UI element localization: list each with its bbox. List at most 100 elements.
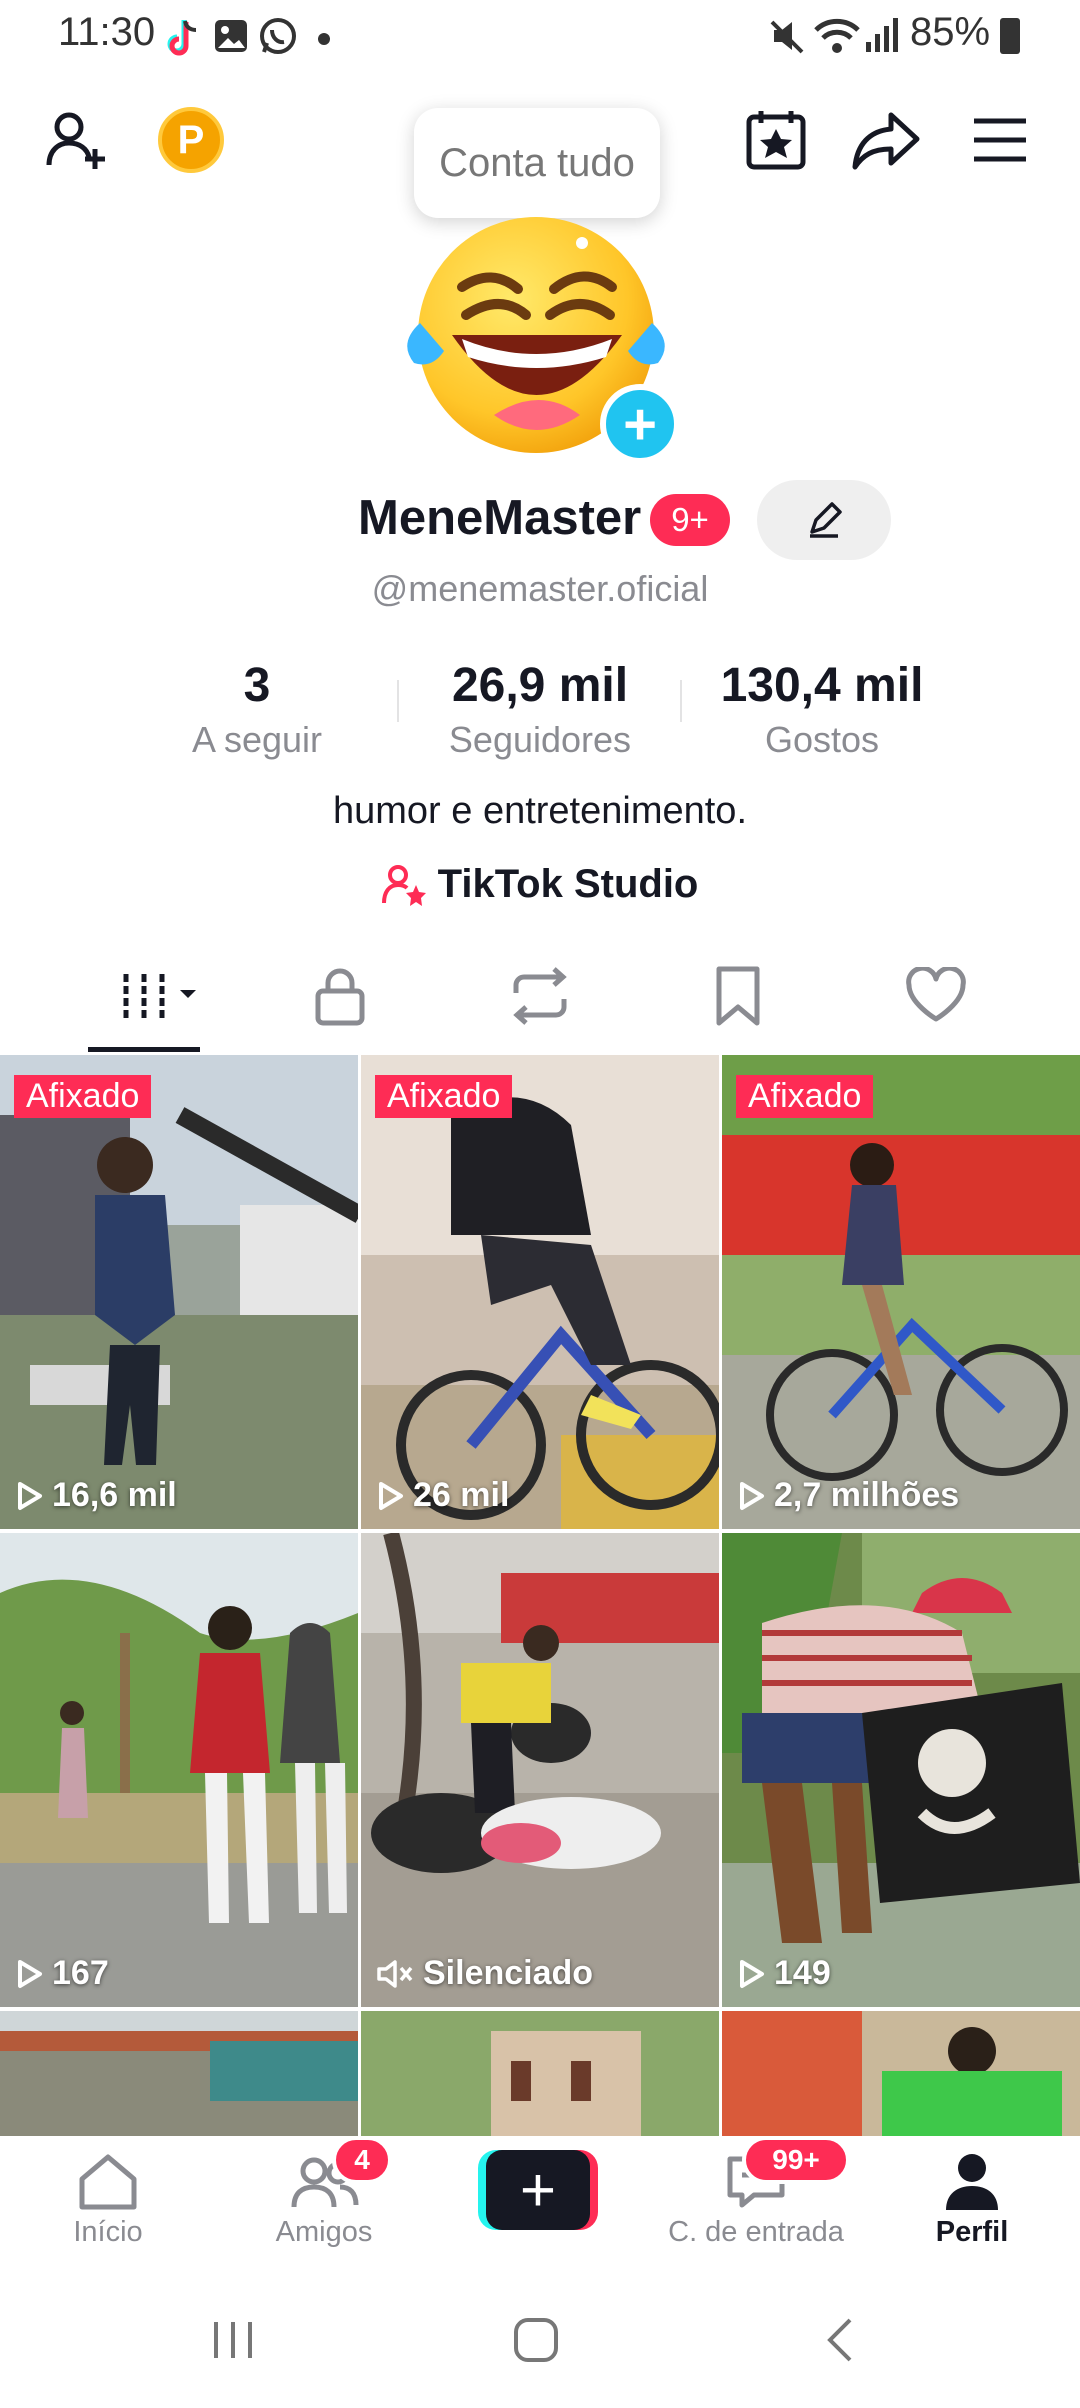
thumbnail-image [722,1055,1080,1529]
view-count-text: 16,6 mil [52,1476,177,1514]
thumbnail-image [0,1055,358,1529]
more-notifications-dot [318,33,330,45]
view-count: 149 [736,1954,831,1993]
pinned-badge: Afixado [736,1075,874,1118]
video-thumbnail[interactable]: Afixado 2,7 milhões [722,1055,1080,1529]
tab-liked[interactable] [876,960,996,1032]
profile-name: MeneMaster [358,491,642,545]
tiktok-studio-link[interactable]: TikTok Studio [0,862,1080,907]
video-thumbnail[interactable]: 149 [722,1533,1080,2007]
add-avatar-button[interactable]: + [600,384,680,464]
thumbnail-image [722,2011,1080,2136]
edit-profile-button[interactable] [757,480,891,560]
thumbnail-image [361,1055,719,1529]
view-count: 26 mil [375,1476,509,1515]
profile-handle: @menemaster.oficial [371,568,709,609]
tooltip-bubble: Conta tudo [414,108,660,218]
nav-home[interactable]: Início [8,2146,208,2249]
tab-reposts[interactable] [480,960,600,1032]
video-thumbnail[interactable]: Afixado 16,6 mil [0,1055,358,1529]
back-icon[interactable] [822,2316,858,2369]
menu-icon[interactable] [960,100,1040,180]
inbox-count-badge: 99+ [742,2136,850,2184]
video-thumbnail[interactable]: Silenciado [361,1533,719,2007]
heart-icon [906,967,966,1022]
stat-divider [397,680,399,722]
pencil-icon [810,502,842,538]
status-time: 11:30 [58,10,156,54]
tiktok-notification-icon [162,16,202,65]
status-bar: 11:30 85% [0,0,1080,80]
view-count-text: Silenciado [423,1954,594,1992]
grid-dropdown-icon [123,974,196,1018]
stat-following[interactable]: 3 A seguir [117,658,397,761]
whatsapp-notification-icon [258,16,298,61]
nav-inbox-label: C. de entrada [668,2216,844,2248]
stat-followers[interactable]: 26,9 mil Seguidores [400,658,680,761]
share-icon[interactable] [846,100,926,180]
view-count-text: 167 [52,1954,109,1992]
play-icon [18,1481,42,1510]
view-count-text: 149 [774,1954,831,1992]
add-friend-icon[interactable] [38,100,118,180]
nav-profile-label: Perfil [935,2216,1009,2248]
create-button[interactable]: + [478,2150,598,2230]
bookmark-icon [716,966,760,1026]
thumbnail-image [361,1533,719,2007]
nav-friends-label: Amigos [275,2216,373,2248]
battery-percent: 85% [910,10,991,54]
play-icon [740,1481,764,1510]
video-thumbnail[interactable] [361,2011,719,2136]
nav-home-label: Início [73,2216,143,2248]
stat-value: 3 [243,659,271,712]
video-thumbnail[interactable] [722,2011,1080,2136]
battery-icon [1000,18,1020,54]
signal-icon [864,16,900,61]
friends-count-badge: 4 [332,2136,392,2184]
stat-label: Seguidores [448,719,632,760]
active-tab-indicator [88,1047,200,1052]
video-thumbnail[interactable]: 167 [0,1533,358,2007]
tab-videos[interactable] [90,960,210,1032]
stat-label: Gostos [764,719,880,760]
video-thumbnail[interactable] [0,2011,358,2136]
play-icon [379,1481,403,1510]
notification-badge[interactable]: 9+ [650,494,730,546]
view-count-text: 2,7 milhões [774,1476,960,1514]
thumbnail-image [361,2011,719,2136]
home-icon [79,2154,137,2210]
muted-icon [377,1959,413,1988]
tab-favorites[interactable] [678,960,798,1032]
tab-private[interactable] [280,960,400,1032]
mute-icon [768,16,806,61]
view-count: Silenciado [375,1954,593,1993]
thumbnail-image [0,2011,358,2136]
view-count: 16,6 mil [14,1476,177,1515]
coin-icon[interactable]: P [158,107,224,173]
view-count-text: 26 mil [413,1476,510,1514]
play-icon [18,1959,42,1988]
view-count: 2,7 milhões [736,1476,959,1515]
recent-apps-icon[interactable] [210,2318,256,2367]
lock-icon [315,968,365,1026]
stat-value: 130,4 mil [720,659,924,712]
pinned-badge: Afixado [375,1075,513,1118]
pinned-badge: Afixado [14,1075,152,1118]
play-icon [740,1959,764,1988]
studio-label: TikTok Studio [437,862,699,906]
profile-icon [946,2154,998,2210]
profile-bio: humor e entretenimento. [332,790,747,832]
nav-friends[interactable]: Amigos [224,2146,424,2249]
stat-value: 26,9 mil [451,659,629,712]
stat-label: A seguir [191,719,323,760]
home-button-icon[interactable] [512,2316,560,2369]
gallery-notification-icon [212,16,250,61]
wifi-icon [812,16,862,61]
video-thumbnail[interactable]: Afixado 26 mil [361,1055,719,1529]
plus-icon: + [486,2150,590,2230]
creator-star-icon [381,864,426,906]
nav-profile[interactable]: Perfil [872,2146,1072,2249]
stat-likes[interactable]: 130,4 mil Gostos [682,658,962,761]
calendar-star-icon[interactable] [736,100,816,180]
repost-icon [513,967,567,1025]
